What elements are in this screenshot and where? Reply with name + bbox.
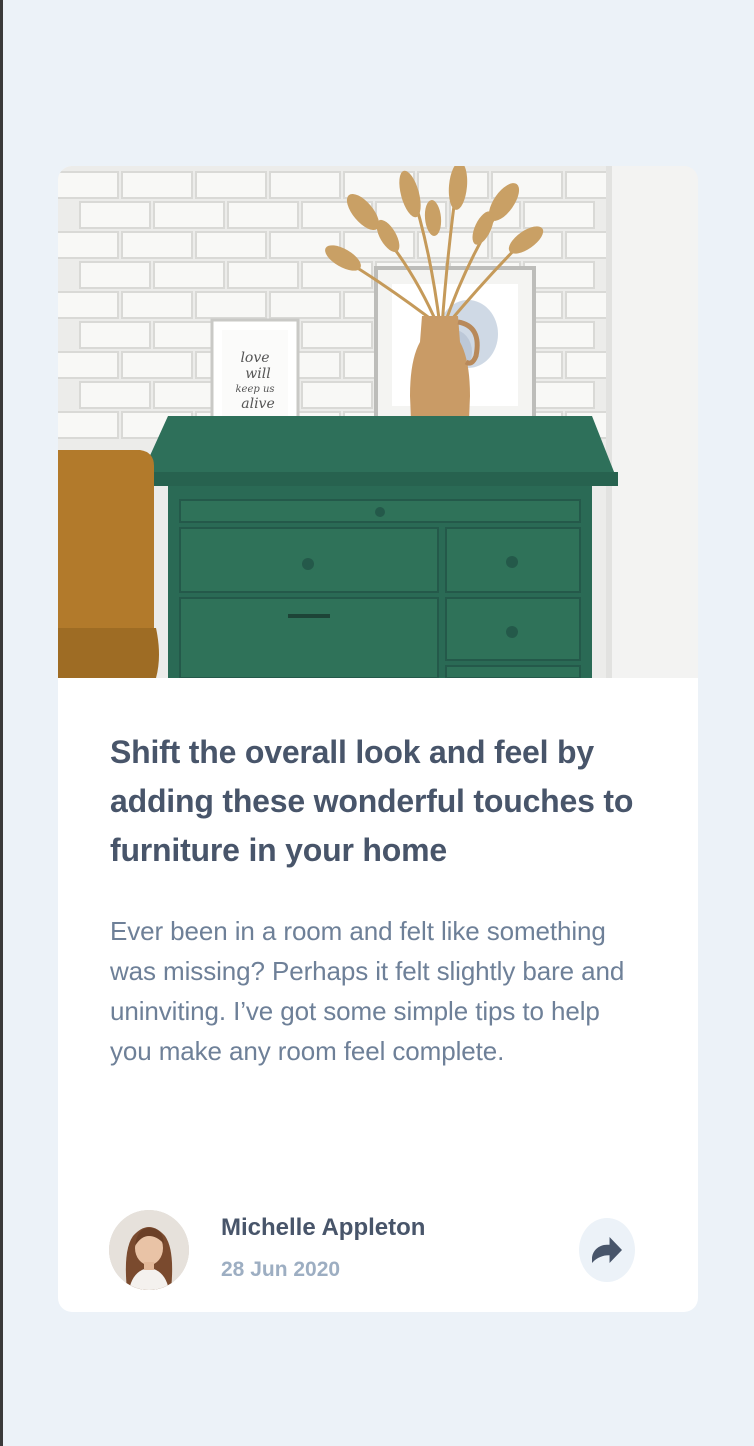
svg-text:love: love [240, 350, 269, 366]
publish-date: 28 Jun 2020 [221, 1258, 341, 1281]
avatar-photo-icon [109, 1210, 189, 1290]
article-title[interactable]: Shift the overall look and feel by addin… [110, 728, 646, 875]
share-icon [592, 1237, 622, 1263]
author-name: Michelle Appleton [221, 1214, 426, 1241]
article-hero-image: love will keep us alive [58, 166, 698, 678]
window-edge [0, 0, 3, 1446]
article-content: Shift the overall look and feel by addin… [58, 678, 698, 1071]
article-preview-card: love will keep us alive Shift the overal… [58, 166, 698, 1312]
svg-text:alive: alive [241, 396, 275, 412]
author-info: Michelle Appleton 28 Jun 2020 [109, 1210, 635, 1290]
article-excerpt: Ever been in a room and felt like someth… [110, 916, 625, 1066]
svg-text:keep us: keep us [235, 384, 274, 395]
svg-text:will: will [245, 366, 270, 382]
avatar [109, 1210, 189, 1290]
share-button[interactable] [579, 1218, 635, 1282]
